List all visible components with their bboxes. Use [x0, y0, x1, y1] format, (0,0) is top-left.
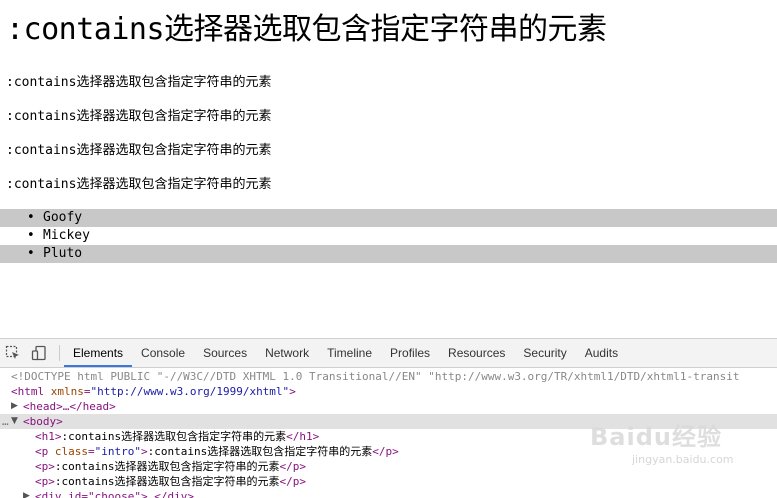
paragraph-4: :contains选择器选取包含指定字符串的元素 — [6, 177, 272, 192]
tab-profiles[interactable]: Profiles — [381, 339, 439, 367]
p-class-attr: class — [54, 445, 88, 458]
paragraph-3: :contains选择器选取包含指定字符串的元素 — [6, 143, 272, 158]
toolbar-divider — [59, 345, 60, 361]
paragraph-2: :contains选择器选取包含指定字符串的元素 — [6, 109, 272, 124]
more-dots: … — [2, 415, 9, 428]
dom-html-line[interactable]: <html xmlns="http://www.w3.org/1999/xhtm… — [0, 384, 777, 399]
p-text: :contains选择器选取包含指定字符串的元素 — [54, 475, 280, 488]
tab-network[interactable]: Network — [256, 339, 318, 367]
html-xmlns-attr: xmlns — [50, 385, 84, 398]
list-item-pluto: Pluto — [0, 245, 777, 263]
dom-doctype-line[interactable]: <!DOCTYPE html PUBLIC "-//W3C//DTD XHTML… — [0, 369, 777, 384]
list-item-goofy: Goofy — [0, 209, 777, 227]
devtools-tabs: Elements Console Sources Network Timelin… — [64, 339, 627, 367]
expand-triangle-icon[interactable]: ▶ — [11, 399, 18, 414]
paragraph-1: :contains选择器选取包含指定字符串的元素 — [6, 75, 272, 90]
devtools-panel: Elements Console Sources Network Timelin… — [0, 338, 777, 498]
list-item-mickey: Mickey — [0, 227, 777, 245]
baidu-watermark: Baidu经验 jingyan.baidu.com — [590, 411, 740, 481]
html-tag: <html — [11, 385, 45, 398]
inspect-element-icon[interactable] — [5, 345, 21, 361]
html-xmlns-value: "http://www.w3.org/1999/xhtml" — [90, 385, 290, 398]
watermark-logo-text: Baidu经验 — [590, 423, 722, 451]
tab-timeline[interactable]: Timeline — [318, 339, 381, 367]
p-class-value: "intro" — [94, 445, 141, 458]
tab-security[interactable]: Security — [514, 339, 575, 367]
head-collapsed-tag: <head>…</head> — [23, 400, 116, 413]
p-intro-text: :contains选择器选取包含指定字符串的元素 — [147, 445, 373, 458]
tab-audits[interactable]: Audits — [576, 339, 627, 367]
doctype-text: <!DOCTYPE html PUBLIC "-//W3C//DTD XHTML… — [11, 370, 740, 383]
devtools-toolbar: Elements Console Sources Network Timelin… — [0, 339, 777, 368]
rendered-page: :contains选择器选取包含指定字符串的元素 :contains选择器选取包… — [0, 0, 777, 338]
tab-console[interactable]: Console — [132, 339, 194, 367]
body-tag: <body> — [23, 415, 63, 428]
watermark-url: jingyan.baidu.com — [632, 453, 734, 466]
p-text: :contains选择器选取包含指定字符串的元素 — [54, 460, 280, 473]
tab-sources[interactable]: Sources — [194, 339, 256, 367]
tab-elements[interactable]: Elements — [64, 339, 133, 367]
tab-resources[interactable]: Resources — [439, 339, 514, 367]
device-mode-icon[interactable] — [31, 345, 47, 361]
page-heading: :contains选择器选取包含指定字符串的元素 — [6, 12, 607, 47]
h1-text: :contains选择器选取包含指定字符串的元素 — [61, 430, 287, 443]
collapse-triangle-icon[interactable]: ▼ — [11, 414, 18, 429]
character-list: Goofy Mickey Pluto — [0, 209, 777, 263]
